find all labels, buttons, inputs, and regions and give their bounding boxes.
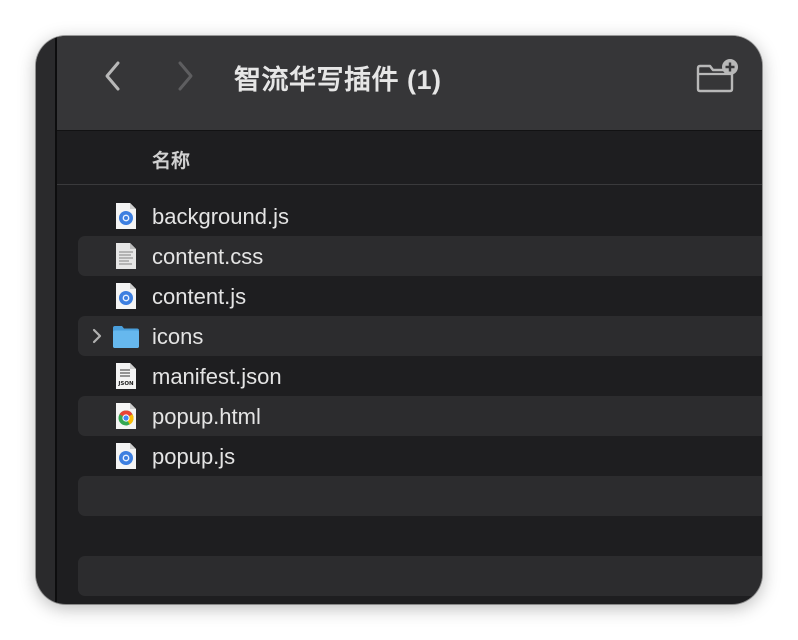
file-row-popup-html[interactable]: popup.html bbox=[78, 396, 762, 436]
name-column-header[interactable]: 名称 bbox=[152, 146, 190, 173]
json-file-icon: JSON bbox=[116, 363, 136, 389]
column-header: 名称 bbox=[57, 131, 762, 185]
file-name: content.js bbox=[152, 284, 247, 309]
file-row-popup-js[interactable]: popup.js bbox=[78, 436, 762, 476]
file-name: content.css bbox=[152, 244, 264, 269]
empty-row bbox=[78, 516, 762, 556]
window-title: 智流华写插件 (1) bbox=[234, 65, 442, 95]
html-file-icon bbox=[116, 403, 136, 429]
forward-button[interactable] bbox=[165, 56, 205, 96]
css-file-icon bbox=[116, 243, 136, 269]
finder-window: 智流华写插件 (1) 名称 background.js content.css … bbox=[36, 36, 762, 604]
file-name: popup.js bbox=[152, 444, 236, 469]
js-file-icon bbox=[116, 203, 136, 229]
file-row-content-css[interactable]: content.css bbox=[78, 236, 762, 276]
empty-row bbox=[78, 476, 762, 516]
file-name: manifest.json bbox=[152, 364, 282, 389]
chevron-right-icon bbox=[178, 61, 193, 91]
json-icon-label: JSON bbox=[117, 381, 134, 387]
sidebar-edge bbox=[36, 36, 57, 604]
chevron-left-icon bbox=[105, 61, 120, 91]
js-file-icon bbox=[116, 283, 136, 309]
back-button[interactable] bbox=[93, 56, 133, 96]
js-file-icon bbox=[116, 443, 136, 469]
file-row-content-js[interactable]: content.js bbox=[78, 276, 762, 316]
file-row-background-js[interactable]: background.js bbox=[78, 196, 762, 236]
folder-icon bbox=[113, 326, 139, 348]
file-name: popup.html bbox=[152, 404, 261, 429]
empty-row bbox=[78, 556, 762, 596]
toolbar: 智流华写插件 (1) bbox=[57, 36, 762, 131]
new-folder-icon bbox=[696, 59, 738, 93]
file-list: background.js content.css content.js ico… bbox=[78, 196, 762, 596]
new-folder-button[interactable] bbox=[694, 56, 742, 96]
file-row-icons-folder[interactable]: icons bbox=[78, 316, 762, 356]
file-name: icons bbox=[152, 324, 204, 349]
file-row-manifest-json[interactable]: JSON manifest.json bbox=[78, 356, 762, 396]
disclosure-triangle-icon[interactable] bbox=[90, 326, 104, 346]
file-name: background.js bbox=[152, 204, 289, 229]
